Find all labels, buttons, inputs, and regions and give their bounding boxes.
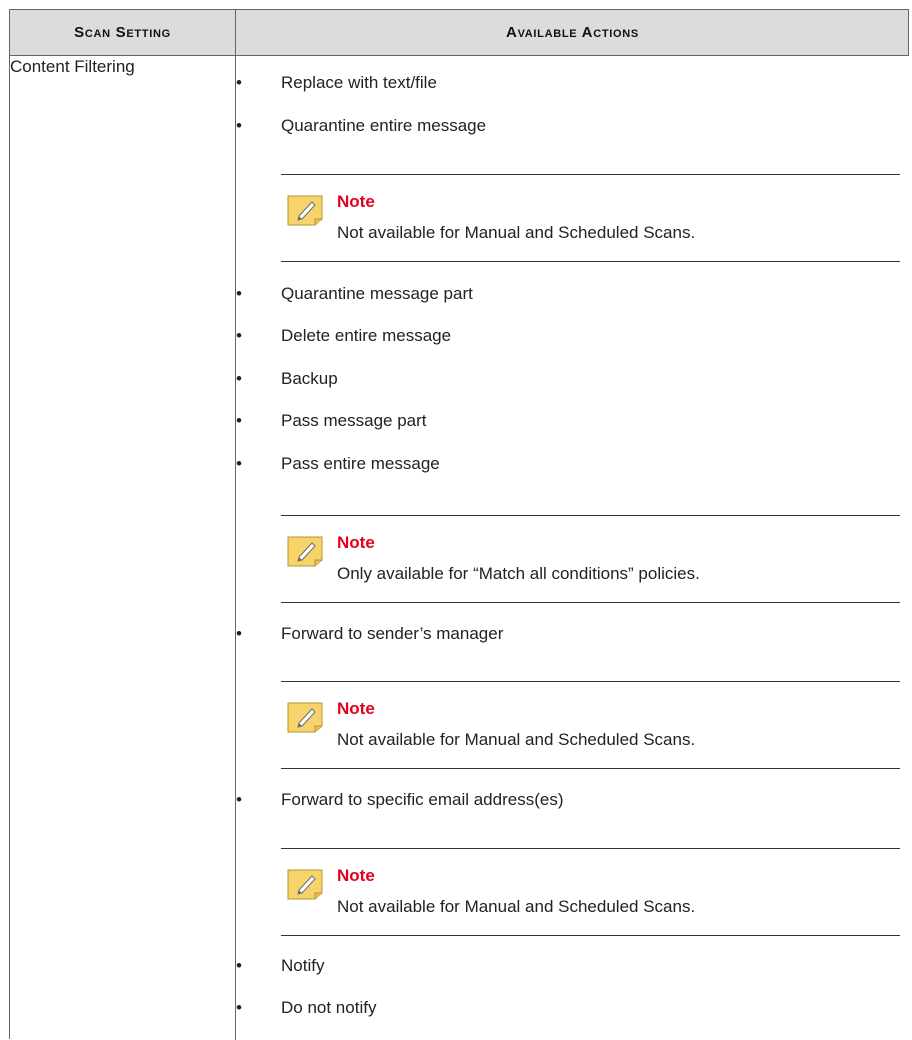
note-rule-bottom [281,935,900,936]
action-item: Pass message part [281,411,427,430]
column-divider [235,10,236,1040]
bullet: • [236,116,242,135]
bullet: • [236,790,242,809]
note-pencil-icon [287,869,323,900]
action-item: Do not notify [281,998,377,1017]
note-text: Not available for Manual and Scheduled S… [337,730,696,749]
action-item: Quarantine entire message [281,116,487,135]
note-rule-top [281,174,900,175]
action-item: Forward to sender’s manager [281,624,504,643]
bullet: • [236,624,242,643]
bullet: • [236,326,242,345]
action-item: Replace with text/file [281,73,437,92]
note-rule-bottom [281,768,900,769]
bullet: • [236,956,242,975]
header-scan-setting: Scan Setting [74,24,171,41]
header-available-actions: Available Actions [506,24,639,41]
note-label: Note [337,192,375,211]
note-rule-top [281,515,900,516]
bullet: • [236,454,242,473]
note-box: Note Not available for Manual and Schedu… [281,174,900,262]
note-label: Note [337,866,375,885]
note-label: Note [337,699,375,718]
note-text: Only available for “Match all conditions… [337,564,700,583]
note-label: Note [337,533,375,552]
note-pencil-icon [287,536,323,567]
table-header: Scan Setting Available Actions [10,10,909,56]
note-rule-top [281,681,900,682]
bullet: • [236,998,242,1017]
action-item: Pass entire message [281,454,440,473]
note-pencil-icon [287,702,323,733]
action-item: Backup [281,369,338,388]
action-item: Forward to specific email address(es) [281,790,564,809]
bullet: • [236,284,242,303]
note-box: Note Not available for Manual and Schedu… [281,848,900,936]
scan-setting-cell: Content Filtering [10,57,135,76]
note-rule-bottom [281,602,900,603]
note-rule-bottom [281,261,900,262]
note-rule-top [281,848,900,849]
bullet: • [236,73,242,92]
bullet: • [236,369,242,388]
note-box: Note Not available for Manual and Schedu… [281,681,900,769]
action-item: Notify [281,956,325,975]
bullet: • [236,411,242,430]
note-box: Note Only available for “Match all condi… [281,515,900,603]
note-text: Not available for Manual and Scheduled S… [337,223,696,242]
note-text: Not available for Manual and Scheduled S… [337,897,696,916]
action-item: Delete entire message [281,326,452,345]
note-pencil-icon [287,195,323,226]
action-item: Quarantine message part [281,284,473,303]
